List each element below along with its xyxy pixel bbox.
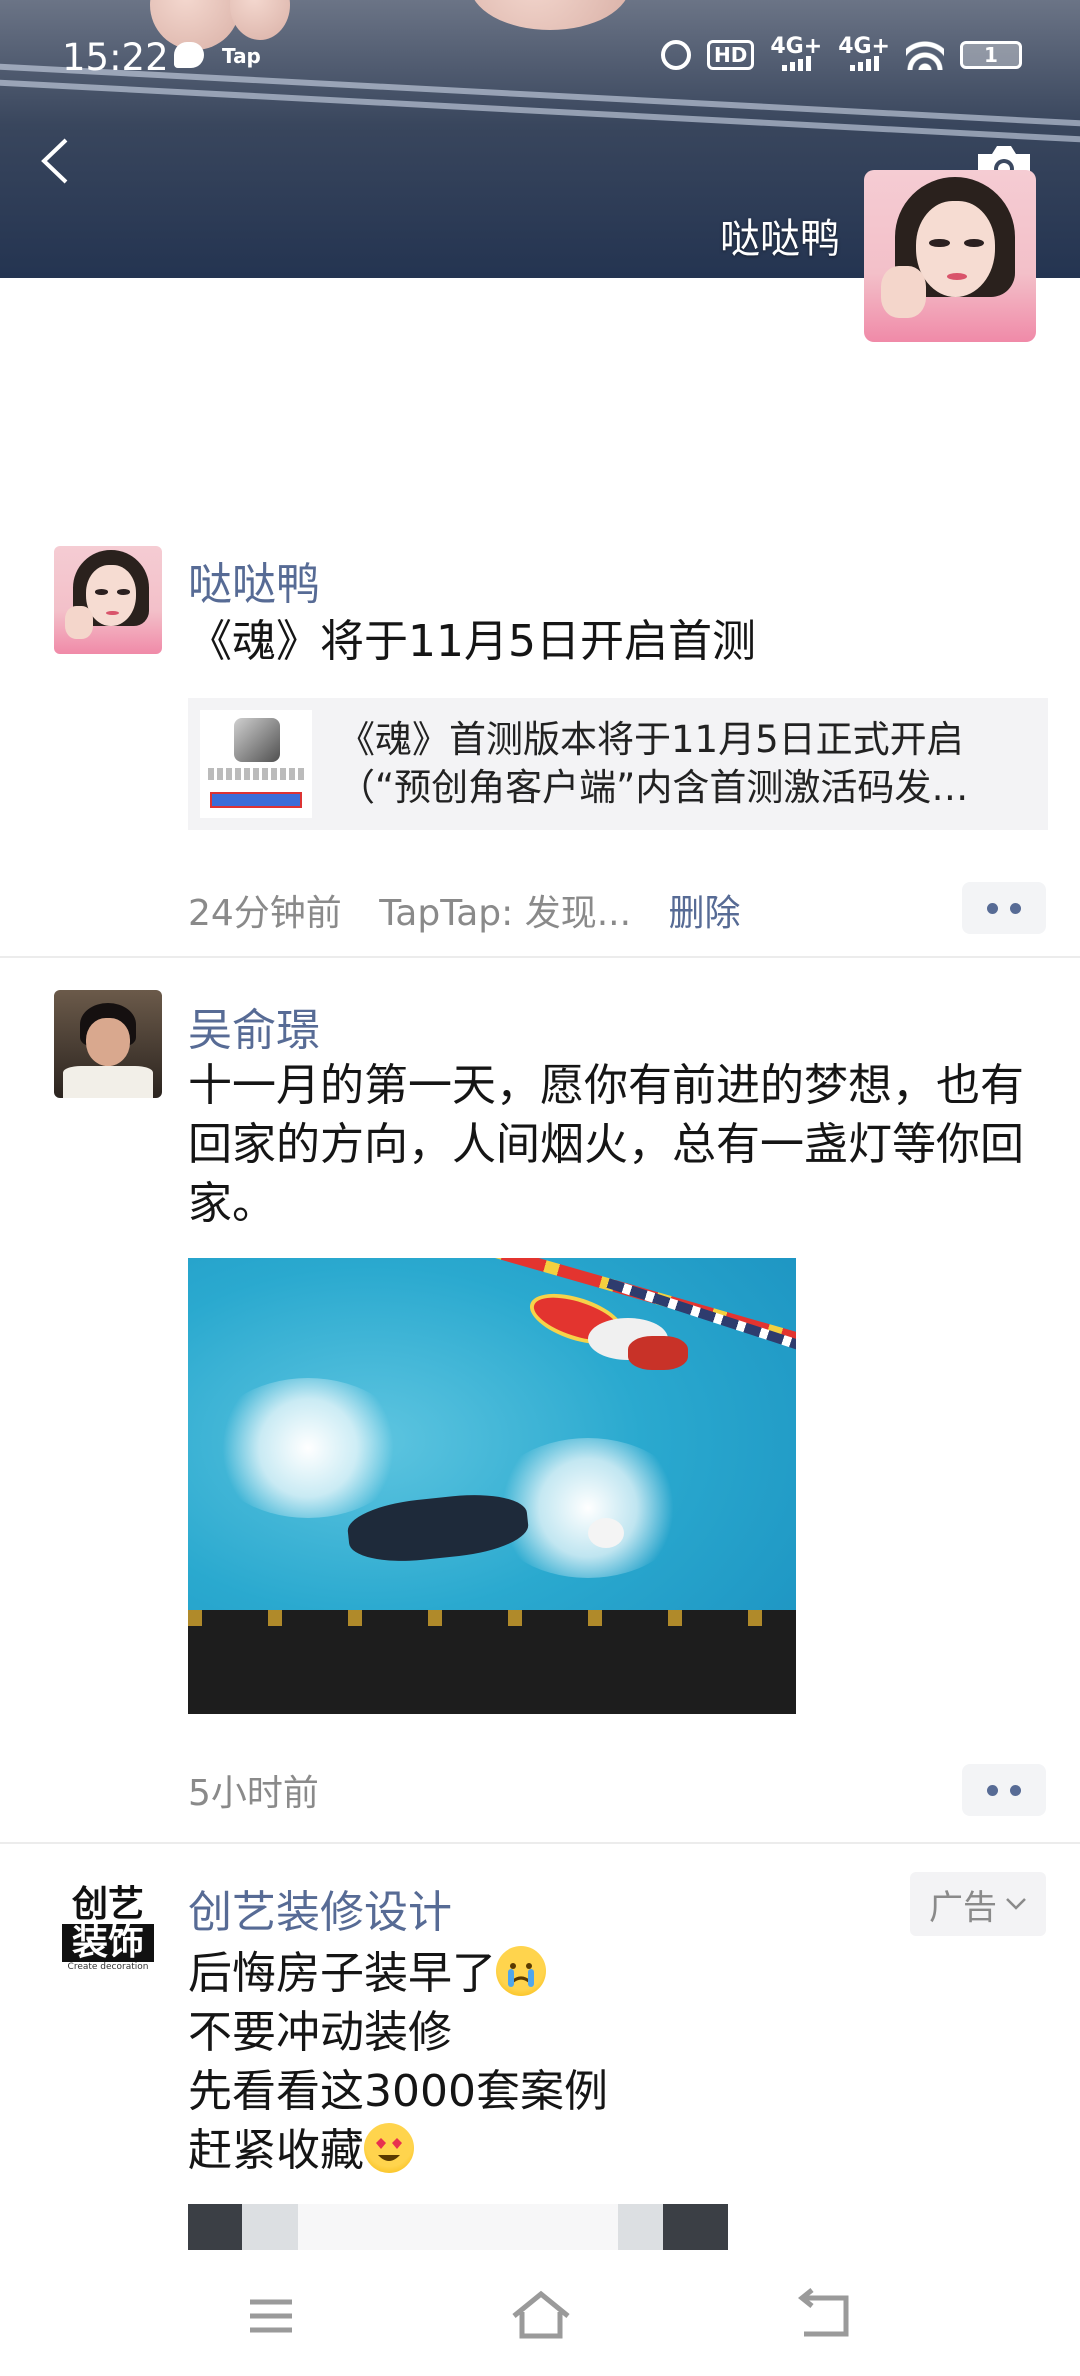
delete-link[interactable]: 删除 bbox=[669, 893, 741, 934]
status-time: 15:22 bbox=[62, 36, 169, 79]
avatar-hand bbox=[881, 266, 926, 318]
post-avatar[interactable] bbox=[54, 990, 162, 1098]
back-icon[interactable] bbox=[790, 2286, 860, 2346]
profile-avatar[interactable] bbox=[864, 170, 1036, 342]
more-dots-icon[interactable] bbox=[962, 882, 1046, 934]
post-text: 《魂》将于11月5日开启首测 bbox=[188, 616, 756, 667]
post-source[interactable]: TapTap: 发现... bbox=[379, 893, 631, 934]
chevron-down-icon bbox=[1006, 1898, 1026, 1910]
post-text: 十一月的第一天，愿你有前进的梦想，也有回家的方向，人间烟火，总有一盏灯等你回家。 bbox=[188, 1060, 1024, 1229]
thumb-button bbox=[210, 792, 302, 808]
status-bar: 15:22 Tap HD 4G+ 4G+ 1 bbox=[0, 0, 1080, 110]
profile-name[interactable]: 哒哒鸭 bbox=[720, 206, 840, 264]
ad-label: 广告 bbox=[929, 1887, 997, 1928]
post-meta: 24分钟前 TapTap: 发现... 删除 bbox=[188, 884, 741, 936]
pool-edge bbox=[188, 1610, 796, 1714]
post-divider bbox=[0, 1842, 1080, 1844]
post-author[interactable]: 创艺装修设计 bbox=[188, 1876, 452, 1940]
ad-line: 后悔房子装早了 bbox=[188, 1944, 1038, 2003]
signal-bars bbox=[849, 56, 879, 71]
swimmer-suit bbox=[628, 1336, 688, 1370]
post-avatar[interactable] bbox=[54, 546, 162, 654]
water-splash bbox=[208, 1378, 408, 1518]
app-icon bbox=[234, 718, 280, 762]
wifi-icon bbox=[906, 39, 944, 70]
avatar-eye bbox=[116, 589, 130, 595]
avatar-cake bbox=[62, 1065, 154, 1098]
battery-icon: 1 bbox=[960, 40, 1022, 69]
swimmer-head bbox=[588, 1518, 624, 1548]
ad-line-text: 赶紧收藏 bbox=[188, 2125, 364, 2176]
crying-emoji-icon bbox=[496, 1946, 546, 1996]
shared-link-thumbnail bbox=[200, 710, 312, 818]
network-label: 4G+ bbox=[838, 34, 890, 59]
shared-link-line: 《魂》首测版本将于11月5日正式开启 bbox=[338, 718, 964, 761]
post-time: 5小时前 bbox=[188, 1773, 319, 1814]
avatar-face bbox=[86, 1018, 130, 1066]
ad-text: 后悔房子装早了 不要冲动装修 先看看这3000套案例 赶紧收藏 bbox=[188, 1944, 1038, 2180]
more-dots-icon[interactable] bbox=[962, 1764, 1046, 1816]
taptap-icon: Tap bbox=[222, 44, 261, 68]
heart-eyes-emoji-icon bbox=[364, 2123, 414, 2173]
shared-link-line: （“预创角客户端”内含首测激活码发… bbox=[338, 766, 969, 809]
ad-line: 不要冲动装修 bbox=[188, 2007, 452, 2058]
message-icon bbox=[174, 42, 204, 68]
hd-icon: HD bbox=[707, 39, 755, 70]
avatar-eye bbox=[95, 589, 108, 595]
post-author[interactable]: 哒哒鸭 bbox=[188, 548, 320, 612]
back-arrow-icon[interactable] bbox=[36, 136, 76, 186]
post-divider bbox=[0, 956, 1080, 958]
avatar-hand bbox=[64, 606, 93, 639]
avatar-face bbox=[915, 200, 995, 298]
signal-bars bbox=[781, 56, 811, 71]
status-icons: HD 4G+ 4G+ 1 bbox=[661, 34, 1022, 71]
signal-icon: 4G+ bbox=[838, 34, 890, 71]
shared-link-card[interactable]: 《魂》首测版本将于11月5日正式开启 （“预创角客户端”内含首测激活码发… bbox=[188, 698, 1048, 830]
shared-link-title: 《魂》首测版本将于11月5日正式开启 （“预创角客户端”内含首测激活码发… bbox=[338, 716, 1028, 812]
network-label: 4G+ bbox=[770, 34, 823, 59]
thumb-caption bbox=[208, 768, 304, 780]
logo-line: 装饰 bbox=[62, 1924, 154, 1962]
menu-icon[interactable] bbox=[236, 2286, 306, 2346]
advertiser-logo[interactable]: 创艺 装饰 Create decoration bbox=[54, 1874, 162, 1982]
system-nav-bar bbox=[0, 2250, 1080, 2376]
post-meta: 5小时前 bbox=[188, 1764, 319, 1816]
avatar-face bbox=[86, 565, 137, 626]
post-time: 24分钟前 bbox=[188, 893, 342, 934]
ad-line: 赶紧收藏 bbox=[188, 2121, 1038, 2180]
alarm-icon bbox=[661, 39, 692, 70]
ad-label-button[interactable]: 广告 bbox=[910, 1872, 1046, 1936]
home-icon[interactable] bbox=[506, 2286, 576, 2346]
logo-line: 创艺 bbox=[71, 1884, 144, 1925]
ad-line: 先看看这3000套案例 bbox=[188, 2066, 608, 2117]
logo-subtitle: Create decoration bbox=[67, 1962, 149, 1972]
avatar-lip bbox=[105, 610, 119, 616]
post-photo[interactable] bbox=[188, 1258, 796, 1714]
ad-line-text: 后悔房子装早了 bbox=[188, 1948, 496, 1999]
signal-icon: 4G+ bbox=[770, 34, 823, 71]
post-author[interactable]: 吴俞璟 bbox=[188, 994, 320, 1058]
